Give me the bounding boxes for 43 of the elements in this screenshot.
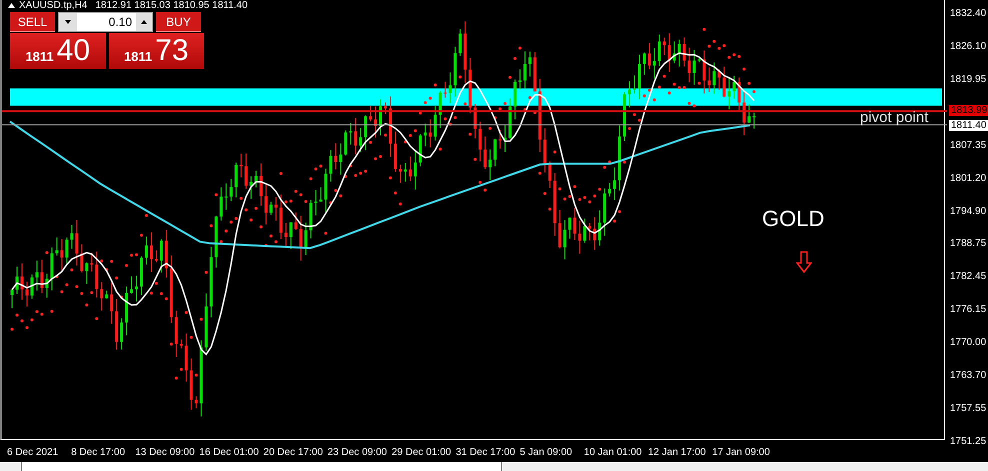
bid-price-tag: 1811.40 — [949, 120, 988, 131]
price-axis-label: 1826.10 — [950, 40, 986, 53]
price-axis-label: 1770.00 — [950, 337, 986, 350]
time-axis-label: 20 Dec 17:00 — [263, 447, 323, 459]
time-axis-label: 13 Dec 09:00 — [135, 447, 195, 459]
time-axis-label: 10 Jan 01:00 — [584, 447, 642, 459]
price-axis-label: 1832.40 — [950, 8, 986, 20]
time-axis-label: 17 Jan 09:00 — [712, 447, 770, 459]
symbol-label: XAUUSD.tp,H4 — [19, 0, 88, 11]
down-arrow-icon — [796, 251, 812, 273]
pivot-point-label: pivot point — [860, 109, 928, 127]
time-axis-label: 5 Jan 09:00 — [520, 447, 572, 459]
decrease-button[interactable] — [59, 13, 77, 31]
volume-field[interactable]: 0.10 — [77, 13, 136, 31]
buy-button[interactable]: BUY — [156, 12, 201, 32]
sell-price-button[interactable]: 1811 40 — [10, 33, 106, 69]
price-axis-label: 1757.55 — [950, 403, 986, 416]
increase-button[interactable] — [136, 13, 152, 31]
price-axis-label: 1794.90 — [950, 206, 986, 218]
sell-button[interactable]: SELL — [10, 12, 55, 32]
time-axis-label: 23 Dec 09:00 — [328, 447, 387, 459]
price-axis-label: 1819.95 — [950, 74, 986, 86]
down-triangle-icon — [65, 20, 71, 24]
time-axis-label: 6 Dec 2021 — [7, 447, 58, 459]
price-axis-label: 1776.15 — [950, 304, 986, 316]
price-axis-label: 1782.45 — [950, 271, 986, 284]
time-axis-label: 29 Dec 01:00 — [392, 447, 452, 459]
time-axis-label: 16 Dec 01:00 — [199, 447, 259, 459]
time-axis-label: 12 Jan 17:00 — [648, 447, 706, 459]
price-axis-label: 1763.70 — [950, 370, 986, 382]
price-axis-label: 1751.25 — [950, 436, 986, 448]
time-axis-label: 8 Dec 17:00 — [71, 447, 126, 459]
buy-price-button[interactable]: 1811 73 — [108, 33, 204, 69]
ask-price-tag: 1813.99 — [949, 105, 988, 116]
ohlc-values: 1812.91 1815.03 1810.95 1811.40 — [95, 0, 248, 11]
volume-spinner[interactable]: 0.10 — [58, 12, 153, 32]
time-axis-label: 31 Dec 17:00 — [456, 447, 516, 459]
price-axis-label: 1788.75 — [950, 238, 986, 250]
up-triangle-icon — [141, 20, 147, 24]
price-axis-label: 1807.35 — [950, 140, 986, 152]
price-axis-label: 1801.20 — [950, 172, 986, 185]
chart-title: GOLD — [762, 206, 824, 232]
collapse-toggle-icon[interactable] — [8, 3, 15, 8]
